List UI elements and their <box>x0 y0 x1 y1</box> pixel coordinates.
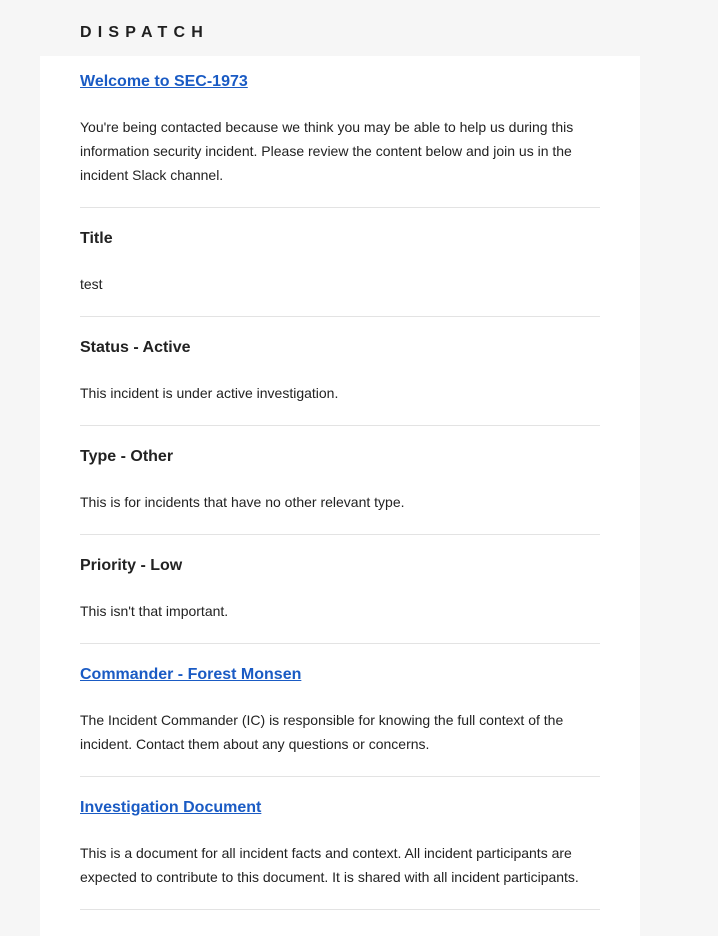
type-heading: Type - Other <box>80 448 174 465</box>
welcome-link[interactable]: Welcome to SEC-1973 <box>80 73 248 90</box>
divider <box>80 207 600 208</box>
divider <box>80 776 600 777</box>
welcome-text: You're being contacted because we think … <box>80 119 574 183</box>
welcome-heading: Welcome to SEC-1973 <box>80 72 600 92</box>
welcome-section: Welcome to SEC-1973 You're being contact… <box>80 72 600 187</box>
title-heading: Title <box>80 230 113 247</box>
title-text: test <box>80 276 103 292</box>
commander-link[interactable]: Commander - Forest Monsen <box>80 666 301 683</box>
commander-heading: Commander - Forest Monsen <box>80 665 600 685</box>
divider <box>80 909 600 910</box>
investigation-document-link[interactable]: Investigation Document <box>80 799 261 816</box>
priority-heading: Priority - Low <box>80 557 183 574</box>
investigation-text: This is a document for all incident fact… <box>80 845 579 885</box>
status-section: Status - Active This incident is under a… <box>80 338 600 405</box>
divider <box>80 316 600 317</box>
brand-logo: DISPATCH <box>80 24 210 41</box>
type-section: Type - Other This is for incidents that … <box>80 447 600 514</box>
divider <box>80 643 600 644</box>
investigation-heading: Investigation Document <box>80 798 600 818</box>
priority-section: Priority - Low This isn't that important… <box>80 556 600 623</box>
title-section: Title test <box>80 229 600 296</box>
status-text: This incident is under active investigat… <box>80 385 339 401</box>
investigation-section: Investigation Document This is a documen… <box>80 798 600 889</box>
email-card: Welcome to SEC-1973 You're being contact… <box>40 56 640 936</box>
type-text: This is for incidents that have no other… <box>80 494 405 510</box>
status-heading: Status - Active <box>80 339 191 356</box>
commander-text: The Incident Commander (IC) is responsib… <box>80 712 564 752</box>
divider <box>80 534 600 535</box>
divider <box>80 425 600 426</box>
priority-text: This isn't that important. <box>80 603 229 619</box>
commander-section: Commander - Forest Monsen The Incident C… <box>80 665 600 756</box>
